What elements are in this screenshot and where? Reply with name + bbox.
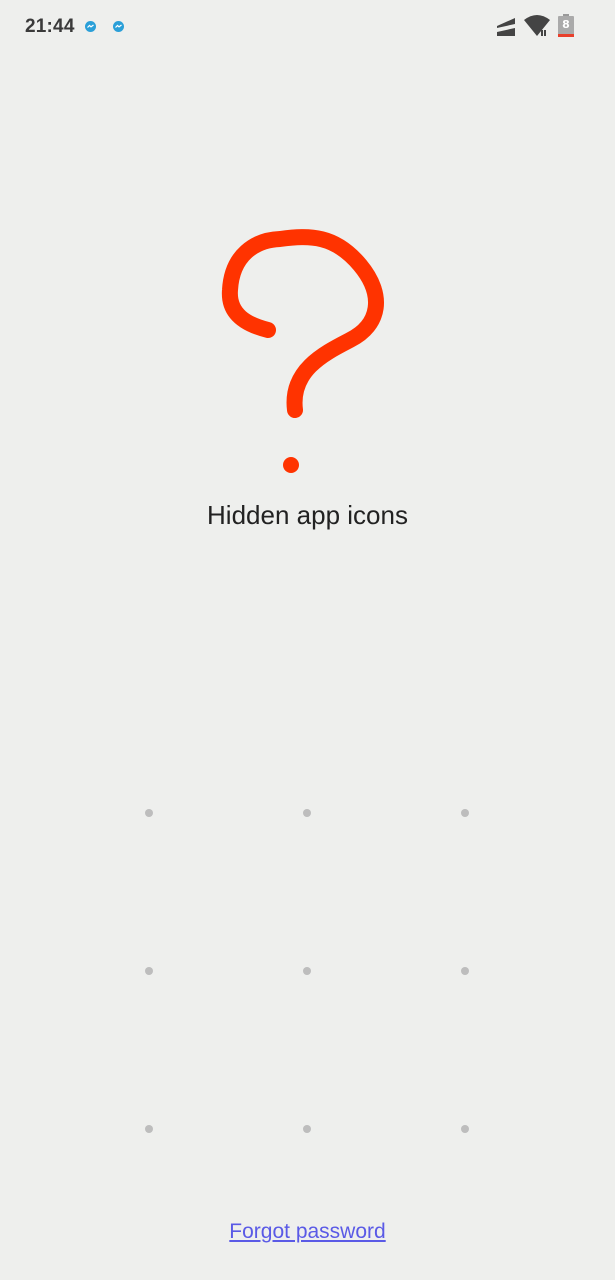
pattern-dot[interactable] (461, 809, 469, 817)
messenger-icon (113, 21, 124, 32)
pattern-dot[interactable] (461, 1125, 469, 1133)
status-indicators: 8 (495, 14, 575, 40)
pattern-lock[interactable] (0, 0, 615, 1280)
wifi-icon (524, 15, 550, 36)
pattern-dot[interactable] (303, 1125, 311, 1133)
pattern-dot[interactable] (461, 967, 469, 975)
signal-icon (497, 18, 515, 36)
battery-level: 8 (562, 18, 570, 31)
messenger-icon (85, 21, 96, 32)
status-bar: 21:44 8 (0, 0, 615, 56)
pattern-dot[interactable] (303, 809, 311, 817)
pattern-dot[interactable] (145, 1125, 153, 1133)
pattern-dot[interactable] (145, 967, 153, 975)
forgot-password-link[interactable]: Forgot password (0, 1220, 615, 1244)
page-title: Hidden app icons (207, 500, 408, 530)
pattern-dot[interactable] (145, 809, 153, 817)
pattern-dot[interactable] (303, 967, 311, 975)
question-mark-icon (221, 229, 384, 473)
status-time: 21:44 (25, 16, 75, 37)
